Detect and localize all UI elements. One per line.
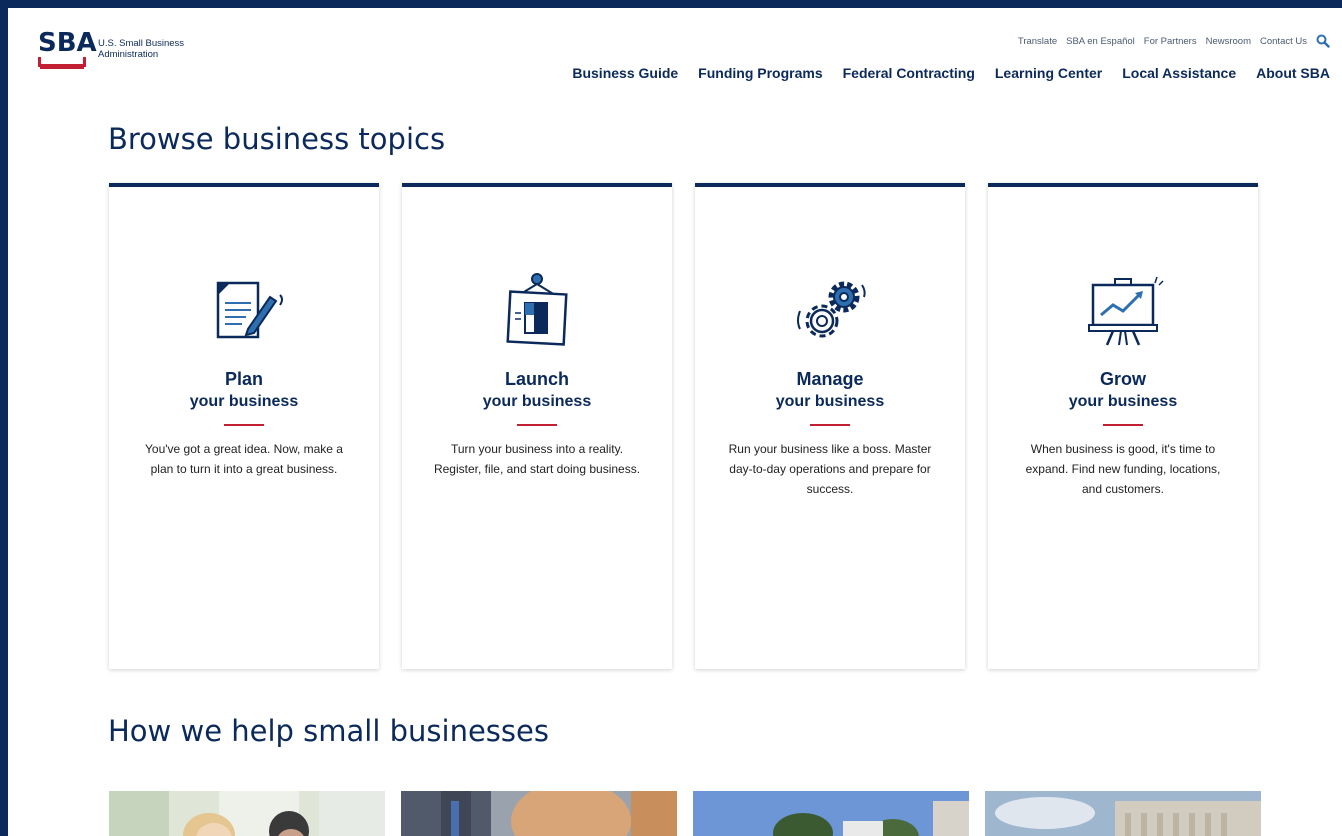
logo-underline — [38, 57, 86, 69]
how-we-help-heading: How we help small businesses — [108, 714, 549, 748]
card-title: Launch — [504, 369, 569, 389]
gears-icon — [695, 271, 965, 351]
nav-funding-programs[interactable]: Funding Programs — [698, 65, 822, 81]
card-manage[interactable]: Manage your business Run your business l… — [695, 183, 965, 669]
util-link-newsroom[interactable]: Newsroom — [1206, 36, 1251, 47]
card-description: You've got a great idea. Now, make a pla… — [145, 442, 343, 476]
nav-learning-center[interactable]: Learning Center — [995, 65, 1102, 81]
nav-local-assistance[interactable]: Local Assistance — [1122, 65, 1236, 81]
photo-business-people[interactable] — [401, 791, 677, 836]
logo-line-1: U.S. Small Business — [98, 38, 185, 49]
main-nav: Business Guide Funding Programs Federal … — [572, 65, 1330, 81]
card-subtitle: your business — [775, 393, 885, 410]
photo-street-trees[interactable] — [693, 791, 969, 836]
card-description: Run your business like a boss. Master da… — [728, 442, 932, 496]
document-pencil-icon — [109, 271, 379, 351]
card-subtitle: your business — [189, 393, 299, 410]
util-link-espanol[interactable]: SBA en Español — [1066, 36, 1135, 47]
card-launch[interactable]: Launch your business Turn your business … — [402, 183, 672, 669]
util-link-translate[interactable]: Translate — [1018, 36, 1057, 47]
search-icon[interactable] — [1316, 34, 1330, 48]
card-divider — [224, 424, 264, 426]
photo-people-meeting[interactable] — [109, 791, 385, 836]
logo-mark-text: SBA — [38, 28, 97, 58]
card-grow[interactable]: Grow your business When business is good… — [988, 183, 1258, 669]
growth-chart-icon — [988, 271, 1258, 351]
card-subtitle: your business — [482, 393, 592, 410]
card-plan[interactable]: Plan your business You've got a great id… — [109, 183, 379, 669]
card-divider — [810, 424, 850, 426]
card-subtitle: your business — [1068, 393, 1178, 410]
photo-capitol-building[interactable] — [985, 791, 1261, 836]
browse-topics-heading: Browse business topics — [108, 122, 446, 156]
logo-text: U.S. Small Business Administration — [98, 38, 184, 60]
sba-logo[interactable]: SBA U.S. Small Business Administration — [36, 30, 184, 72]
card-divider — [1103, 424, 1143, 426]
nav-business-guide[interactable]: Business Guide — [572, 65, 678, 81]
card-title: Manage — [796, 369, 864, 389]
card-title: Grow — [1099, 369, 1146, 389]
nav-about-sba[interactable]: About SBA — [1256, 65, 1330, 81]
card-divider — [517, 424, 557, 426]
card-title: Plan — [224, 369, 263, 389]
hanging-sign-icon — [402, 271, 672, 351]
topic-cards: Plan your business You've got a great id… — [109, 183, 1258, 669]
util-link-partners[interactable]: For Partners — [1144, 36, 1197, 47]
logo-line-2: Administration — [98, 49, 159, 60]
card-description: Turn your business into a reality. Regis… — [433, 442, 641, 476]
sba-logo-mark: SBA — [36, 30, 97, 72]
card-description: When business is good, it's time to expa… — [1025, 442, 1221, 496]
util-link-contact[interactable]: Contact Us — [1260, 36, 1307, 47]
utility-nav: Translate SBA en Español For Partners Ne… — [1018, 34, 1330, 48]
page-frame: SBA U.S. Small Business Administration T… — [8, 8, 1342, 836]
help-photos — [109, 791, 1261, 836]
nav-federal-contracting[interactable]: Federal Contracting — [843, 65, 975, 81]
